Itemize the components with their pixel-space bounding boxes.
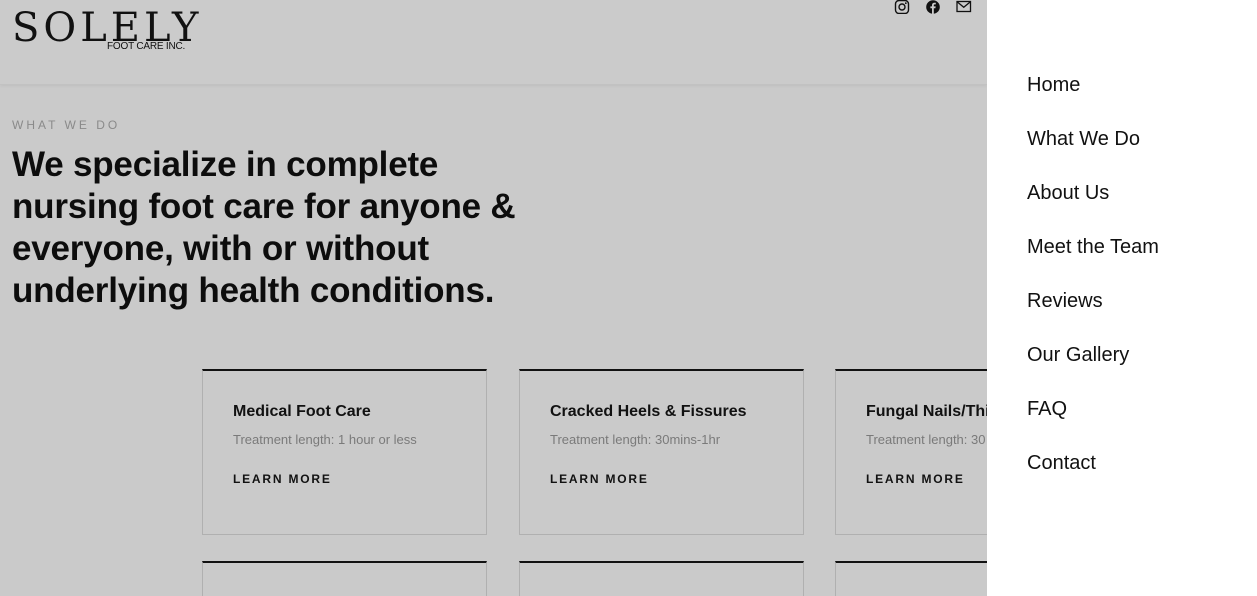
mail-icon[interactable] [956, 0, 972, 14]
logo-tagline: FOOT CARE INC. [107, 41, 186, 52]
nav-item-faq[interactable]: FAQ [1027, 398, 1067, 421]
service-card[interactable]: Fungal Nails/Thic Treatment length: 30 L… [835, 369, 987, 535]
nav-item-about-us[interactable]: About Us [1027, 182, 1109, 205]
nav-drawer: Home What We Do About Us Meet the Team R… [987, 0, 1257, 596]
learn-more-link[interactable]: LEARN MORE [550, 472, 649, 486]
service-card-length: Treatment length: 30 [866, 432, 986, 447]
site-logo[interactable]: SOLELY FOOT CARE INC. [12, 6, 198, 54]
service-card-title: Cracked Heels & Fissures [550, 403, 747, 420]
nav-item-reviews[interactable]: Reviews [1027, 290, 1103, 313]
nav-item-home[interactable]: Home [1027, 74, 1080, 97]
service-card[interactable] [202, 561, 487, 596]
section-headline: We specialize in complete nursing foot c… [12, 145, 516, 310]
learn-more-link[interactable]: LEARN MORE [233, 472, 332, 486]
page-overlay-dimmed[interactable]: SOLELY FOOT CARE INC. WHAT WE DO We spec… [0, 0, 987, 596]
nav-item-contact[interactable]: Contact [1027, 452, 1096, 475]
service-card[interactable]: Cracked Heels & Fissures Treatment lengt… [519, 369, 804, 535]
nav-item-meet-the-team[interactable]: Meet the Team [1027, 236, 1159, 259]
service-card[interactable]: Medical Foot Care Treatment length: 1 ho… [202, 369, 487, 535]
service-card[interactable] [519, 561, 804, 596]
service-card-length: Treatment length: 30mins-1hr [550, 432, 721, 447]
facebook-icon[interactable] [925, 0, 941, 14]
service-card-title: Medical Foot Care [233, 403, 371, 420]
section-eyebrow: WHAT WE DO [12, 118, 121, 132]
nav-item-our-gallery[interactable]: Our Gallery [1027, 344, 1129, 367]
nav-item-what-we-do[interactable]: What We Do [1027, 128, 1140, 151]
site-header: SOLELY FOOT CARE INC. [0, 0, 987, 85]
service-card-title: Fungal Nails/Thic [866, 403, 987, 420]
service-card[interactable] [835, 561, 987, 596]
service-card-length: Treatment length: 1 hour or less [233, 432, 417, 447]
instagram-icon[interactable] [894, 0, 910, 14]
learn-more-link[interactable]: LEARN MORE [866, 472, 965, 486]
